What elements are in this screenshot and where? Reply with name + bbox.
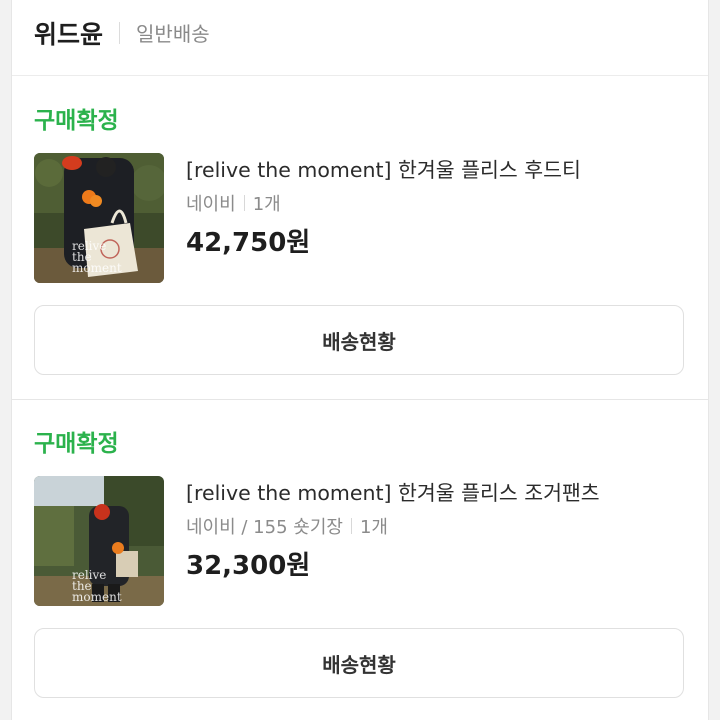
thumbnail-text: relive the moment — [72, 239, 122, 275]
option-divider — [243, 195, 245, 211]
order-item: 구매확정 relive the moment [relive the momen… — [12, 400, 708, 720]
product-name[interactable]: [relive the moment] 한겨울 플리스 후드티 — [186, 153, 581, 183]
thumbnail-text: relive the moment — [72, 568, 122, 604]
product-name[interactable]: [relive the moment] 한겨울 플리스 조거팬츠 — [186, 476, 600, 506]
option-value: 네이비 — [186, 194, 236, 215]
order-status: 구매확정 — [34, 431, 119, 457]
delivery-status-button[interactable]: 배송현황 — [34, 305, 684, 375]
product-options: 네이비 / 155 숏기장 1개 — [186, 513, 388, 539]
shipping-type-label: 일반배송 — [136, 22, 210, 46]
seller-name[interactable]: 위드윤 — [34, 15, 103, 51]
option-value: 네이비 / 155 숏기장 — [186, 517, 343, 538]
product-price: 42,750원 — [186, 228, 311, 258]
product-price: 32,300원 — [186, 551, 311, 581]
product-thumbnail[interactable]: relive the moment — [34, 153, 164, 283]
quantity-value: 1개 — [252, 194, 281, 215]
order-card: 위드윤 일반배송 구매확정 relive the moment [relive … — [12, 0, 708, 720]
quantity-value: 1개 — [359, 517, 388, 538]
header-divider — [119, 21, 121, 44]
option-divider — [350, 518, 352, 534]
product-thumbnail[interactable]: relive the moment — [34, 476, 164, 606]
product-options: 네이비 1개 — [186, 190, 281, 216]
seller-header: 위드윤 일반배송 — [12, 0, 708, 76]
order-item: 구매확정 relive the moment [relive the momen… — [12, 77, 708, 400]
order-status: 구매확정 — [34, 108, 119, 134]
delivery-status-button[interactable]: 배송현황 — [34, 628, 684, 698]
